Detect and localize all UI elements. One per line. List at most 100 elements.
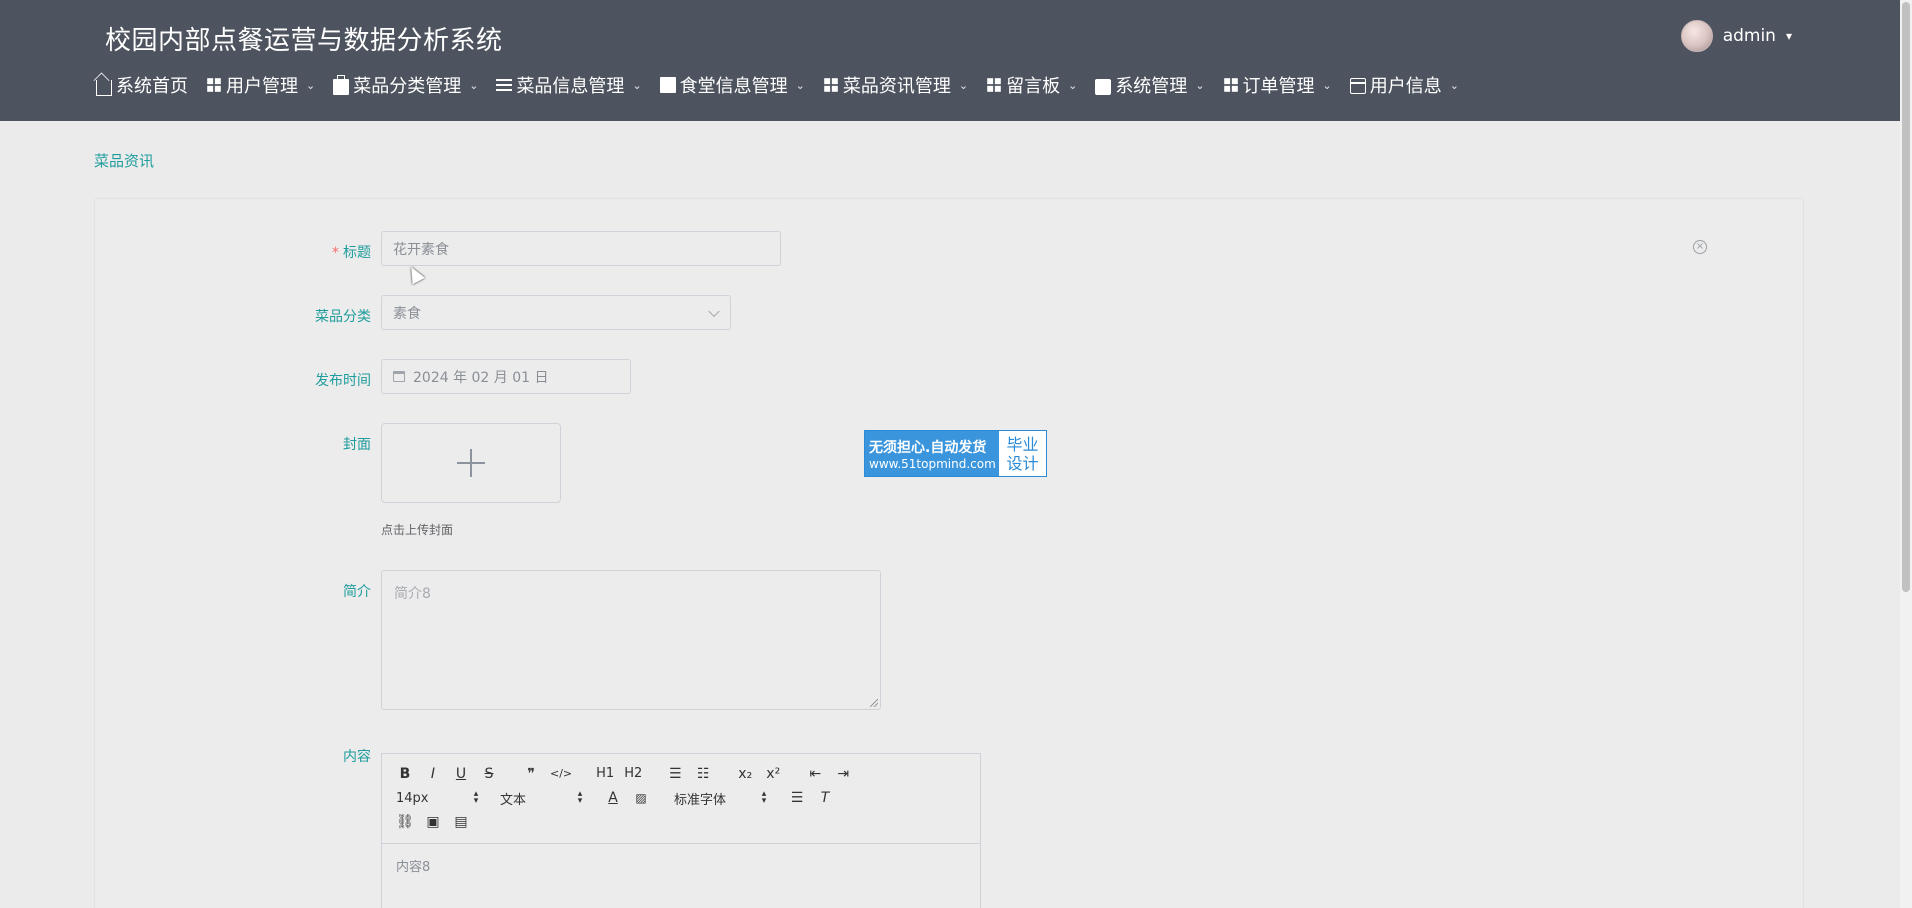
nav-label[interactable]: 菜品信息管理 (516, 72, 624, 98)
plus-icon[interactable] (457, 449, 485, 477)
nav-item-user-info[interactable]: 用户信息 ⌄ (1349, 72, 1459, 98)
nav-item-dish-news[interactable]: 菜品资讯管理 ⌄ (823, 72, 968, 98)
font-color-icon[interactable]: A (604, 789, 622, 807)
font-size-select[interactable]: 14px ▴ ▾ (396, 789, 480, 806)
grid-icon (824, 78, 838, 92)
home-icon (96, 80, 112, 96)
caret-down-icon[interactable]: ▾ (1786, 29, 1792, 43)
video-icon[interactable]: ▤ (452, 813, 470, 831)
nav-label[interactable]: 用户管理 (226, 72, 298, 98)
strike-button[interactable]: S (480, 765, 498, 783)
chevron-down-icon[interactable]: ⌄ (632, 79, 641, 92)
card-icon (1349, 78, 1366, 94)
grid-icon (1223, 78, 1238, 92)
list-icon (496, 77, 513, 93)
editor-toolbar: B I U S ❞ </> H1 H2 ☰ ☷ x₂ x² ⇤ ⇥ 14px ▴… (382, 754, 980, 844)
clear-format-icon[interactable]: T (816, 789, 834, 807)
required-mark: * (332, 245, 339, 261)
nav-item-order-management[interactable]: 订单管理 ⌄ (1223, 72, 1332, 98)
ordered-list-icon[interactable]: ☰ (666, 765, 684, 783)
chevron-down-icon[interactable]: ⌄ (469, 79, 478, 92)
header2-button[interactable]: H2 (624, 765, 642, 783)
nav-item-user-management[interactable]: 用户管理 ⌄ (206, 72, 315, 98)
user-name[interactable]: admin (1723, 26, 1776, 46)
publish-date-value[interactable]: 2024 年 02 月 01 日 (413, 367, 549, 387)
image-icon[interactable]: ▣ (424, 813, 442, 831)
cover-upload[interactable] (381, 423, 561, 503)
nav-item-home[interactable]: 系统首页 (96, 72, 188, 98)
italic-button[interactable]: I (424, 765, 442, 783)
cover-upload-tip: 点击上传封面 (381, 523, 454, 537)
link-icon[interactable]: ⛓ (396, 813, 414, 831)
printer-icon (1095, 78, 1112, 95)
close-icon[interactable]: × (1693, 240, 1707, 254)
code-block-button[interactable]: </> (550, 765, 572, 783)
font-family-select[interactable]: 标准字体 ▴ ▾ (674, 789, 768, 808)
top-header: 校园内部点餐运营与数据分析系统 admin ▾ 系统首页 用户管理 ⌄ 菜品分类… (0, 0, 1900, 121)
updown-icon: ▴ ▾ (761, 789, 767, 806)
chevron-down-icon[interactable]: ⌄ (796, 79, 805, 92)
category-select[interactable]: 素食 (381, 295, 731, 330)
header1-button[interactable]: H1 (596, 765, 614, 783)
grid-icon (987, 78, 1001, 92)
chevron-down-icon[interactable]: ⌄ (959, 79, 968, 92)
nav-label[interactable]: 留言板 (1006, 72, 1060, 98)
breadcrumb: 菜品资讯 (94, 152, 155, 170)
bullet-list-icon[interactable]: ☷ (694, 765, 712, 783)
main-nav: 系统首页 用户管理 ⌄ 菜品分类管理 ⌄ 菜品信息管理 ⌄ 食堂信息管理 ⌄ 菜… (96, 72, 1477, 98)
clipboard-icon (659, 77, 676, 93)
nav-item-message-board[interactable]: 留言板 ⌄ (986, 72, 1077, 98)
title-input-value[interactable]: 花开素食 (393, 239, 449, 259)
nav-item-dish-category[interactable]: 菜品分类管理 ⌄ (333, 72, 478, 98)
title-label: * 标题 (332, 245, 371, 261)
indent-button[interactable]: ⇥ (834, 765, 852, 783)
nav-label[interactable]: 食堂信息管理 (680, 72, 788, 98)
updown-icon: ▴ ▾ (473, 789, 479, 806)
title-input[interactable]: 花开素食 (381, 231, 781, 266)
chevron-down-icon[interactable]: ⌄ (1450, 79, 1459, 92)
content-label: 内容 (343, 749, 371, 765)
nav-item-canteen-info[interactable]: 食堂信息管理 ⌄ (659, 72, 805, 98)
align-icon[interactable]: ☰ (788, 789, 806, 807)
nav-label[interactable]: 菜品分类管理 (353, 72, 461, 98)
subscript-button[interactable]: x₂ (736, 765, 754, 783)
nav-label[interactable]: 订单管理 (1243, 72, 1315, 98)
nav-item-dish-info[interactable]: 菜品信息管理 ⌄ (496, 72, 642, 98)
editor-placeholder: 内容8 (396, 860, 431, 875)
underline-button[interactable]: U (452, 765, 470, 783)
summary-placeholder: 简介8 (394, 586, 431, 602)
publish-time-label: 发布时间 (315, 373, 371, 389)
nav-label[interactable]: 用户信息 (1370, 72, 1442, 98)
page-scrollbar[interactable] (1900, 0, 1912, 908)
summary-label: 简介 (343, 584, 371, 600)
background-color-icon[interactable]: ▨ (632, 789, 650, 807)
summary-textarea[interactable]: 简介8 (381, 570, 881, 710)
category-select-value[interactable]: 素食 (393, 303, 421, 323)
blockquote-button[interactable]: ❞ (522, 765, 540, 783)
chevron-down-icon[interactable]: ⌄ (306, 79, 315, 92)
chevron-down-icon[interactable]: ⌄ (1323, 79, 1332, 92)
updown-icon: ▴ ▾ (577, 789, 583, 806)
app-title: 校园内部点餐运营与数据分析系统 (105, 26, 503, 56)
chevron-down-icon[interactable]: ⌄ (1195, 79, 1204, 92)
publish-date-picker[interactable]: 2024 年 02 月 01 日 (381, 359, 631, 394)
briefcase-icon (333, 75, 350, 95)
nav-label[interactable]: 系统管理 (1115, 72, 1187, 98)
scrollbar-thumb[interactable] (1902, 2, 1910, 592)
chevron-down-icon[interactable]: ⌄ (1068, 79, 1077, 92)
avatar[interactable] (1680, 20, 1713, 52)
outdent-button[interactable]: ⇤ (806, 765, 824, 783)
superscript-button[interactable]: x² (764, 765, 782, 783)
nav-label[interactable]: 系统首页 (116, 72, 188, 98)
user-menu[interactable]: admin ▾ (1680, 20, 1792, 52)
chevron-down-icon[interactable] (708, 305, 720, 317)
watermark-logo: 无须担心.自动发货 www.51topmind.com 毕业 设计 (864, 430, 1047, 477)
bold-button[interactable]: B (396, 765, 414, 783)
editor-body[interactable]: 内容8 (382, 844, 980, 887)
nav-item-system-management[interactable]: 系统管理 ⌄ (1095, 72, 1205, 98)
header-style-select[interactable]: 文本 ▴ ▾ (500, 789, 584, 808)
nav-label[interactable]: 菜品资讯管理 (843, 72, 951, 98)
category-label: 菜品分类 (315, 309, 371, 325)
cover-label: 封面 (343, 437, 371, 453)
resize-handle[interactable] (870, 699, 878, 707)
